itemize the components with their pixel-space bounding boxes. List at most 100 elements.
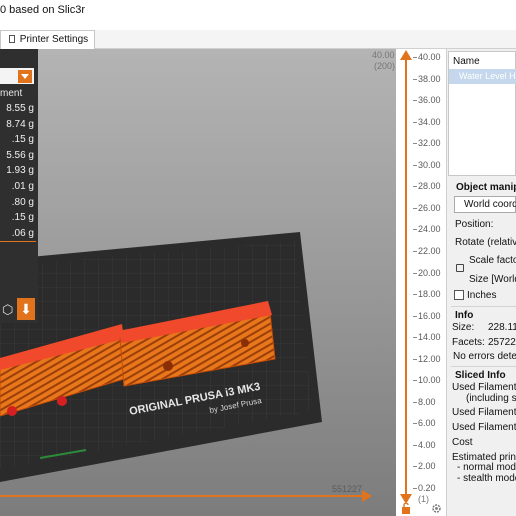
- object-list-row[interactable]: Water Level Hi: [449, 69, 516, 84]
- layer-tick: [413, 57, 417, 58]
- tab-bar: Printer Settings: [0, 30, 516, 49]
- layer-tick: [413, 164, 417, 166]
- layer-tick-label: 2.00: [418, 461, 436, 472]
- print-hole: [57, 396, 67, 406]
- export-gcode-icon[interactable]: ⬇: [17, 298, 35, 320]
- layer-tick-label: 36.00: [418, 95, 441, 106]
- layer-bottom-index: (1): [418, 494, 429, 504]
- scene-canvas[interactable]: ORIGINAL PRUSA i3 MK3 by Josef Prusa: [0, 49, 396, 516]
- slider-thumb-icon[interactable]: [362, 490, 372, 502]
- layer-tick: [413, 380, 417, 382]
- layer-tick-label: 30.00: [418, 159, 441, 170]
- facets-value: 25722 (2: [488, 337, 516, 348]
- facets-key: Facets:: [452, 337, 485, 348]
- cube-icon[interactable]: ⬡: [2, 302, 16, 317]
- chevron-down-icon[interactable]: [18, 70, 32, 83]
- layer-tick-label: 0.20: [418, 483, 436, 493]
- layer-top-index: (200): [374, 61, 396, 71]
- scale-label: Scale factors: [469, 255, 516, 266]
- legend-value: .80 g: [11, 196, 34, 208]
- layer-tick: [413, 294, 417, 296]
- layer-tick: [413, 466, 417, 468]
- printer-settings-icon: [9, 35, 15, 43]
- coordinate-system-dropdown[interactable]: World coordin: [454, 196, 516, 213]
- layer-tick-label: 10.00: [418, 375, 441, 386]
- layer-tick-label: 24.00: [418, 224, 441, 235]
- horizontal-slider-value: 551227: [332, 484, 363, 494]
- cost-label: Cost: [452, 437, 473, 448]
- legend-header: ment: [0, 88, 23, 99]
- rotate-label: Rotate (relative):: [455, 237, 516, 248]
- layer-tick-label: 34.00: [418, 116, 441, 127]
- layer-tick-label: 32.00: [418, 138, 441, 149]
- legend-value: .15 g: [11, 212, 34, 224]
- legend-value: 8.55 g: [6, 103, 34, 114]
- layer-tick-label: 4.00: [418, 439, 436, 450]
- layer-tick: [413, 401, 417, 403]
- object-manipulation-title: Object manipul: [456, 182, 516, 193]
- layer-tick: [413, 78, 417, 80]
- inches-label: Inches: [467, 290, 497, 301]
- print-hole: [241, 339, 249, 347]
- position-label: Position:: [455, 219, 494, 230]
- layer-tick: [413, 207, 417, 209]
- size-value: 228.11 x: [488, 322, 516, 333]
- print-hole: [163, 361, 173, 371]
- object-list[interactable]: Name Water Level Hi: [448, 51, 516, 176]
- layer-tick-label: 14.00: [418, 332, 441, 343]
- lock-icon[interactable]: [401, 503, 411, 514]
- layer-tick: [413, 121, 417, 123]
- layer-tick: [413, 250, 417, 252]
- layer-tick-label: 12.00: [418, 353, 441, 364]
- size-label: Size [World]:: [469, 274, 516, 285]
- legend-value: 1.93 g: [6, 165, 34, 177]
- inches-checkbox[interactable]: [454, 290, 464, 300]
- layer-tick-label: 28.00: [418, 181, 441, 192]
- layer-slider-track[interactable]: [405, 56, 407, 494]
- layer-tick: [413, 229, 417, 231]
- layer-tick-label: 26.00: [418, 202, 441, 213]
- layer-tick: [413, 143, 417, 145]
- upper-thumb-icon[interactable]: [400, 50, 412, 60]
- layer-tick-label: 40.00: [418, 52, 441, 62]
- layer-tick-label: 8.00: [418, 396, 436, 407]
- legend-value: 8.74 g: [6, 118, 34, 130]
- sliced-info-title: Sliced Info: [455, 370, 506, 381]
- layer-tick: [413, 488, 417, 489]
- legend-value: 5.56 g: [6, 149, 34, 161]
- tab-printer-settings-label: Printer Settings: [19, 34, 89, 45]
- layer-tick: [413, 423, 417, 425]
- lock-icon[interactable]: [456, 264, 464, 272]
- legend-value: .15 g: [11, 134, 34, 146]
- layer-tick: [413, 337, 417, 339]
- stealth-mode-label: - stealth mode: [457, 473, 516, 484]
- layer-tick: [413, 358, 417, 360]
- used-filament-g-label: Used Filament (g): [452, 382, 516, 393]
- legend-list: 8.55 g 8.74 g .15 g 5.56 g 1.93 g .01 g …: [0, 103, 38, 243]
- normal-mode-label: - normal mode: [457, 462, 516, 473]
- legend-divider: [0, 241, 36, 242]
- layer-top-height: 40.00: [372, 50, 395, 60]
- layer-tick-label: 22.00: [418, 245, 441, 256]
- 3d-viewport[interactable]: ORIGINAL PRUSA i3 MK3 by Josef Prusa: [0, 49, 396, 516]
- divider: [451, 306, 516, 307]
- layer-tick: [413, 272, 417, 274]
- layer-tick-label: 18.00: [418, 289, 441, 300]
- layer-tick-label: 16.00: [418, 310, 441, 321]
- size-key: Size:: [452, 322, 475, 333]
- layer-tick: [413, 100, 417, 102]
- layer-tick-label: 6.00: [418, 418, 436, 429]
- layer-tick: [413, 315, 417, 317]
- legend-value: .01 g: [11, 180, 34, 192]
- print-hole: [7, 406, 17, 416]
- divider: [451, 366, 516, 367]
- gear-icon[interactable]: [431, 503, 442, 514]
- horizontal-slider-track[interactable]: [0, 495, 370, 497]
- info-title: Info: [455, 310, 474, 321]
- object-list-header: Name: [453, 56, 480, 67]
- errors-status: No errors detecte: [453, 351, 516, 362]
- tab-printer-settings[interactable]: Printer Settings: [0, 30, 96, 49]
- including-spool-label: (including spo: [466, 393, 516, 404]
- window-title: 0 based on Slic3r: [0, 4, 85, 16]
- layer-tick: [413, 186, 417, 188]
